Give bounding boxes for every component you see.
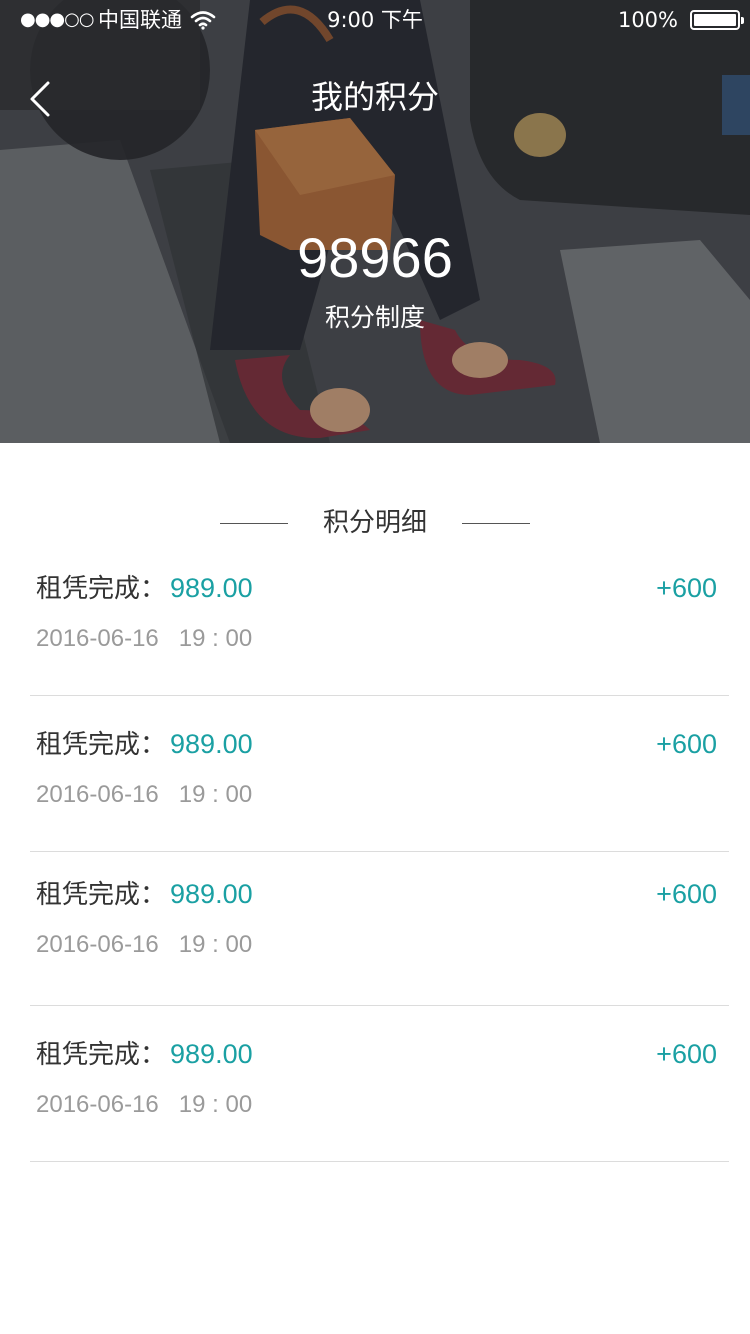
record-label: 租凭完成： 989.00 xyxy=(36,1034,253,1075)
record-date: 2016-06-16 xyxy=(36,931,159,958)
page-title: 我的积分 xyxy=(310,78,439,116)
points-rules-row: 积分制度 xyxy=(0,300,750,336)
record-amount: 989.00 xyxy=(170,573,253,603)
record-datetime: 2016-06-16 19 : 00 xyxy=(36,1087,252,1123)
record-points-delta: +600 xyxy=(656,879,717,909)
record-date: 2016-06-16 xyxy=(36,625,159,652)
record-amount: 989.00 xyxy=(170,879,253,909)
battery-percent: 100% xyxy=(617,8,678,32)
record-datetime: 2016-06-16 19 : 00 xyxy=(36,777,252,813)
record-points-delta: +600 xyxy=(656,1039,717,1069)
record-label: 租凭完成： 989.00 xyxy=(36,874,253,915)
record-amount: 989.00 xyxy=(170,1039,253,1069)
record-date: 2016-06-16 xyxy=(36,1091,159,1118)
record-datetime: 2016-06-16 19 : 00 xyxy=(36,621,252,657)
record-type: 租凭完成： xyxy=(36,880,167,910)
record-points-delta: +600 xyxy=(656,573,717,603)
record-points-delta: +600 xyxy=(656,729,717,759)
record-datetime: 2016-06-16 19 : 00 xyxy=(36,927,252,963)
record-time: 19 : 00 xyxy=(178,781,253,808)
record-date: 2016-06-16 xyxy=(36,781,159,808)
points-total: 98966 xyxy=(297,226,453,289)
points-header-banner: ●●●○○ 中国联通 9:00 下午 100% 我的积分 98966 积分制度 xyxy=(0,0,750,443)
points-history-row[interactable]: 租凭完成： 989.00 +600 2016-06-16 19 : 00 xyxy=(30,1022,729,1162)
record-amount: 989.00 xyxy=(170,729,253,759)
points-history-row[interactable]: 租凭完成： 989.00 +600 2016-06-16 19 : 00 xyxy=(30,712,729,852)
record-label: 租凭完成： 989.00 xyxy=(36,724,253,765)
points-history-row[interactable]: 租凭完成： 989.00 +600 2016-06-16 19 : 00 xyxy=(30,862,729,1006)
record-time: 19 : 00 xyxy=(178,931,253,958)
points-rules-link[interactable]: 积分制度 xyxy=(325,303,425,332)
battery-icon xyxy=(690,10,744,30)
points-history-row[interactable]: 租凭完成： 989.00 +600 2016-06-16 19 : 00 xyxy=(30,556,729,696)
details-section-title: 积分明细 xyxy=(322,508,427,538)
record-type: 租凭完成： xyxy=(36,574,167,604)
record-type: 租凭完成： xyxy=(36,1040,167,1070)
battery-nub xyxy=(741,17,744,24)
details-section-header: 积分明细 xyxy=(0,503,750,543)
record-time: 19 : 00 xyxy=(178,625,253,652)
record-time: 19 : 00 xyxy=(178,1091,253,1118)
status-bar: ●●●○○ 中国联通 9:00 下午 100% xyxy=(0,0,750,40)
divider-right xyxy=(462,523,530,524)
record-label: 租凭完成： 989.00 xyxy=(36,568,253,609)
battery-level-fill xyxy=(694,14,736,26)
record-type: 租凭完成： xyxy=(36,730,167,760)
